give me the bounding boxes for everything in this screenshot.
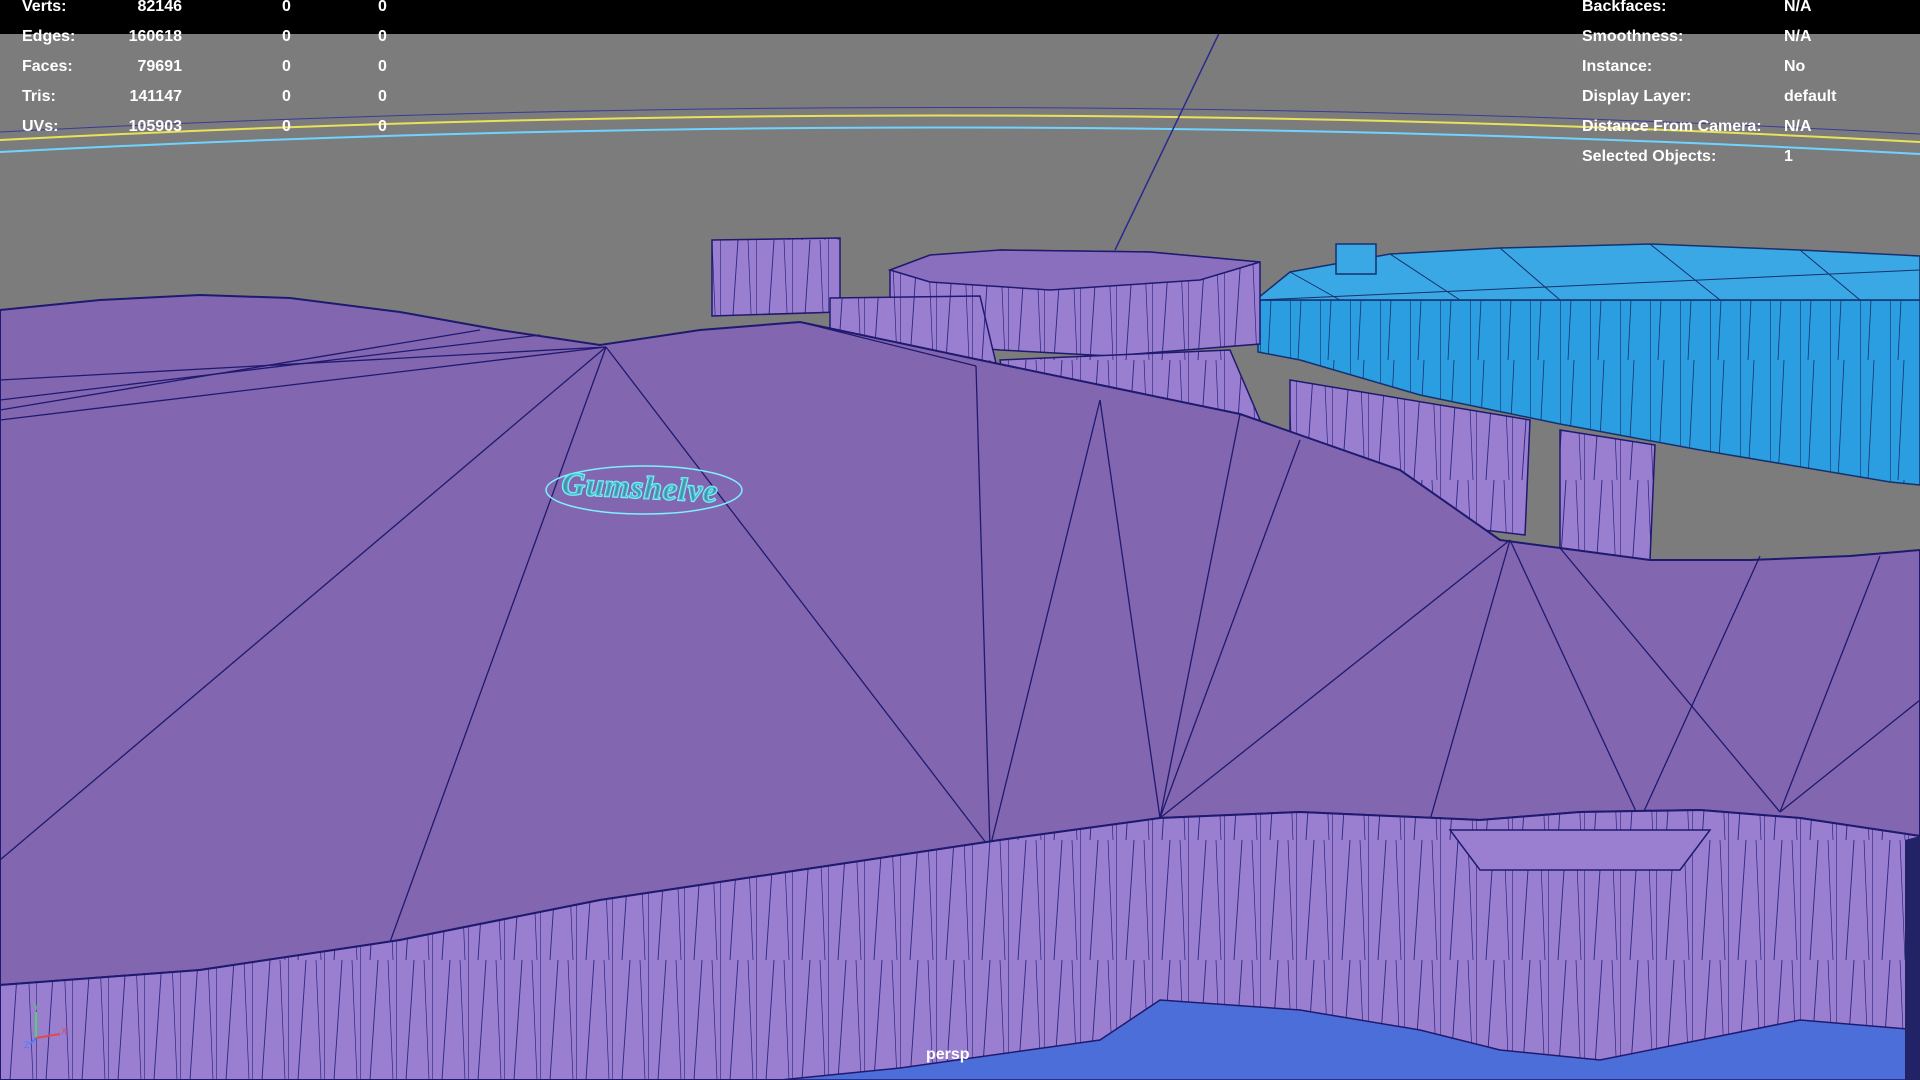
terrain-pillars-right-2 (1559, 429, 1656, 561)
axis-z-label: Z (24, 1040, 30, 1050)
faces-selected: 0 (282, 58, 291, 75)
hud-row-selected-objects: Selected Objects: 1 (1582, 142, 1912, 172)
hud-row-smoothness: Smoothness: N/A (1582, 22, 1912, 52)
faces-value: 79691 (137, 58, 183, 75)
backfaces-value: N/A (1784, 0, 1812, 15)
hud-row-verts: Verts: 82146 0 0 (22, 0, 402, 22)
verts-selected: 0 (282, 0, 291, 15)
hud-row-display-layer: Display Layer: default (1582, 82, 1912, 112)
selected-objects-label: Selected Objects: (1582, 148, 1717, 165)
grid-line (1114, 0, 1236, 251)
display-layer-value: default (1784, 88, 1837, 105)
selected-objects-value: 1 (1784, 148, 1793, 165)
instance-label: Instance: (1582, 58, 1653, 75)
hud-row-uvs: UVs: 105903 0 0 (22, 112, 402, 142)
hud-row-edges: Edges: 160618 0 0 (22, 22, 402, 52)
verts-component: 0 (378, 0, 387, 15)
distance-value: N/A (1784, 118, 1812, 135)
edges-label: Edges: (22, 28, 76, 45)
distance-label: Distance From Camera: (1582, 118, 1762, 135)
hud-row-backfaces: Backfaces: N/A (1582, 0, 1912, 22)
uvs-value: 105903 (128, 118, 182, 135)
backfaces-label: Backfaces: (1582, 0, 1667, 15)
axis-x-label: X (61, 1026, 67, 1036)
poly-count-hud: Verts: 82146 0 0 Edges: 160618 0 0 Faces… (22, 0, 402, 142)
terrain-cliff-edge-right (1905, 836, 1920, 1080)
instance-value: No (1784, 58, 1806, 75)
tris-selected: 0 (282, 88, 291, 105)
faces-label: Faces: (22, 58, 73, 75)
faces-component: 0 (378, 58, 387, 75)
uvs-component: 0 (378, 118, 387, 135)
hud-row-faces: Faces: 79691 0 0 (22, 52, 402, 82)
smoothness-label: Smoothness: (1582, 28, 1684, 45)
axis-y-label: Y (33, 1002, 39, 1012)
tris-component: 0 (378, 88, 387, 105)
uvs-selected: 0 (282, 118, 291, 135)
tris-label: Tris: (22, 88, 56, 105)
edges-selected: 0 (282, 28, 291, 45)
axis-gizmo-icon: Y X Z (24, 1002, 67, 1050)
tris-value: 141147 (129, 88, 182, 105)
edges-component: 0 (378, 28, 387, 45)
uvs-label: UVs: (22, 118, 59, 135)
hud-row-distance: Distance From Camera: N/A (1582, 112, 1912, 142)
hud-row-tris: Tris: 141147 0 0 (22, 82, 402, 112)
verts-value: 82146 (137, 0, 183, 15)
smoothness-value: N/A (1784, 28, 1812, 45)
perspective-viewport[interactable]: Gumshelve Gumshelve Verts: 82146 0 0 Edg… (0, 0, 1920, 1080)
object-info-hud: Backfaces: N/A Smoothness: N/A Instance:… (1582, 0, 1912, 172)
hud-row-instance: Instance: No (1582, 52, 1912, 82)
terrain-block-back-left (711, 237, 841, 317)
verts-label: Verts: (22, 0, 67, 15)
camera-name-label: persp (926, 1046, 970, 1063)
edges-value: 160618 (128, 28, 182, 45)
display-layer-label: Display Layer: (1582, 88, 1692, 105)
terrain-cliff-recess (1448, 829, 1712, 871)
water-small-pillar (1335, 243, 1377, 275)
